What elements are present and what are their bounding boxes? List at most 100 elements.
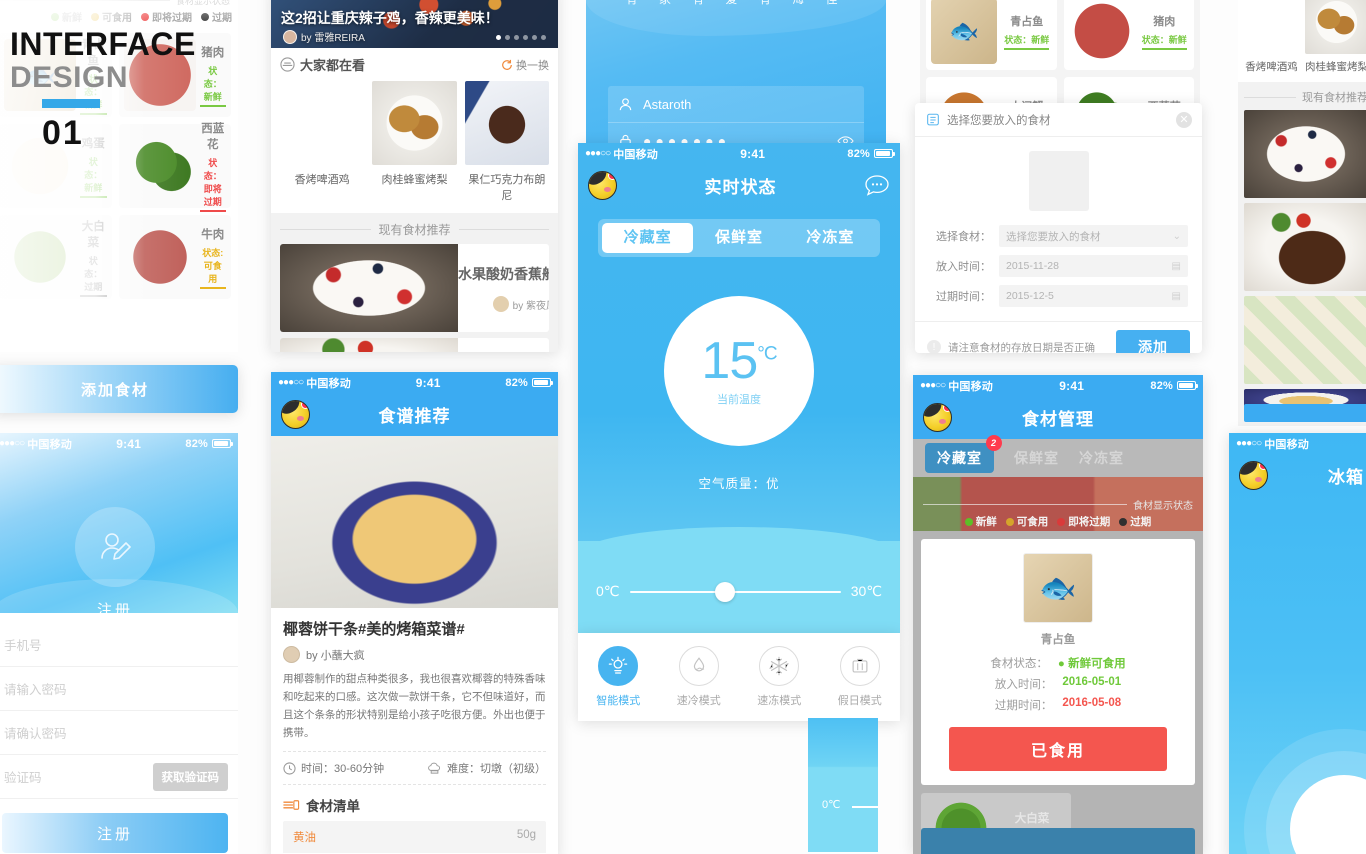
chat-bubble-icon[interactable] (864, 174, 890, 198)
mode-quickfreeze[interactable]: 速冻模式 (739, 646, 820, 708)
battery-icon (212, 439, 233, 448)
recipe-banner[interactable]: 这2招让重庆辣子鸡，香辣更美味！ by 雷雅REIRA (271, 0, 558, 48)
food-card[interactable]: 🐟 青占鱼 状态：新鲜 (926, 0, 1057, 70)
beef-thumbnail (123, 221, 196, 293)
avatar[interactable] (588, 171, 617, 200)
recipe-card[interactable]: 果仁巧克力布朗尼 (464, 81, 549, 203)
tab-fridge[interactable]: 冷藏室 2 (925, 435, 1002, 473)
slider-track[interactable] (629, 581, 841, 602)
mode-holiday[interactable]: 假日模式 (820, 646, 901, 708)
recipe-photo (372, 81, 457, 165)
hero-wave (0, 579, 238, 613)
food-name: 青占鱼 (1040, 634, 1076, 646)
strip-image[interactable] (1244, 296, 1366, 384)
legend-item: 新鲜 (51, 9, 82, 24)
phone-field[interactable]: 手机号 (0, 623, 238, 667)
ingredient-select[interactable]: 选择您要放入的食材 ⌄ (999, 225, 1188, 247)
battery-icon (874, 149, 895, 158)
page-title: 食材管理 (1022, 410, 1094, 429)
tab-fridge[interactable]: 冷藏室 (602, 223, 694, 253)
slider-knob[interactable] (714, 581, 735, 602)
strip-divider: 现有食材推荐 (1238, 82, 1366, 110)
food-state: 状态：新鲜 (80, 155, 107, 198)
password-placeholder: 请输入密码 (4, 683, 67, 697)
recipe-time-label: 时间：30-60分钟 (301, 763, 385, 776)
expiry-date-row[interactable]: 过期时间： 2015-12-5 ▤ (915, 285, 1202, 315)
author-avatar (283, 646, 300, 663)
mode-smart[interactable]: 智能模式 (578, 646, 659, 708)
food-state: 状态：过期 (80, 254, 107, 297)
expiry-date-input[interactable]: 2015-12-5 ▤ (999, 285, 1188, 307)
manage-navbar: 食材管理 (913, 396, 1203, 439)
confirm-password-field[interactable]: 请确认密码 (0, 711, 238, 755)
food-card[interactable]: 大白菜 状态：过期 (0, 215, 112, 299)
food-card[interactable]: 猪肉状态：新鲜 (1063, 0, 1194, 70)
recipe-photo (1305, 0, 1366, 54)
featured-recipe-card[interactable]: 水果酸奶香蕉船 by 紫夜风 (280, 244, 549, 332)
tab-freezer[interactable]: 冷冻室 (1079, 448, 1124, 468)
popular-title-group: 大家都在看 (280, 55, 365, 74)
strip-bottom-bar[interactable] (1244, 404, 1366, 422)
popular-cards: 香烤啤酒鸡 肉桂蜂蜜烤梨 果仁巧克力布朗尼 (280, 81, 549, 203)
row-label: 过期时间： (936, 291, 991, 303)
compartment-tabs: 冷藏室 保鲜室 冷冻室 (598, 219, 880, 257)
popular-header: 大家都在看 换一换 (280, 55, 549, 74)
manage-bottom-bar[interactable] (921, 828, 1195, 854)
stored-date-row[interactable]: 放入时间： 2015-11-28 ▤ (915, 255, 1202, 285)
mode-quickcool[interactable]: 速冷模式 (659, 646, 740, 708)
info-icon: ! (927, 340, 941, 353)
avatar[interactable] (923, 403, 952, 432)
list-icon (283, 800, 300, 811)
avatar[interactable] (281, 400, 310, 429)
recipe-card[interactable]: 香烤啤酒鸡 (1244, 0, 1299, 74)
chevron-down-icon: ⌄ (1172, 230, 1181, 242)
add-ingredient-button[interactable]: 添加食材 (0, 365, 238, 413)
temperature-slider[interactable]: 0℃ 30℃ (578, 581, 900, 602)
recipe-card[interactable]: 肉桂蜂蜜烤梨 (1305, 0, 1366, 74)
carrier-label: 中国移动 (948, 380, 994, 393)
tab-count-badge: 2 (986, 435, 1002, 451)
calendar-icon[interactable]: ▤ (1172, 291, 1181, 302)
refresh-button[interactable]: 换一换 (501, 57, 549, 73)
carrier-label: 中国移动 (27, 438, 73, 451)
ingredient-preview-image[interactable] (1028, 151, 1089, 211)
recipe-meta: 时间：30-60分钟 难度：切墩（初级） (283, 751, 546, 786)
recipe-name: 肉桂蜂蜜烤梨 (381, 174, 448, 186)
recipe-author[interactable]: by 小蘸大疯 (283, 646, 546, 663)
food-name: 西蓝花 (201, 123, 225, 151)
carousel-dots[interactable] (496, 35, 546, 40)
password-field[interactable]: 请输入密码 (0, 667, 238, 711)
phone-placeholder: 手机号 (4, 639, 42, 653)
username-value: Astaroth (643, 96, 692, 112)
food-state: 状态：新鲜 (1141, 33, 1187, 50)
recommend-divider: 现有食材推荐 (271, 213, 558, 244)
strip-image[interactable] (1244, 110, 1366, 198)
username-field[interactable]: Astaroth (608, 86, 864, 122)
select-ingredient-row[interactable]: 选择食材： 选择您要放入的食材 ⌄ (915, 225, 1202, 255)
register-avatar-icon[interactable] (75, 507, 155, 587)
tab-freezer[interactable]: 冷冻室 (785, 223, 876, 253)
dialog-add-button[interactable]: 添加 (1116, 330, 1190, 353)
featured-photo (280, 244, 458, 332)
stored-date-input[interactable]: 2015-11-28 ▤ (999, 255, 1188, 277)
tab-fresh[interactable]: 保鲜室 (693, 223, 784, 253)
tab-fresh[interactable]: 保鲜室 (1014, 448, 1059, 468)
avatar[interactable] (1239, 461, 1268, 490)
food-name: 猪肉 (1153, 15, 1176, 28)
close-icon[interactable]: ✕ (1176, 111, 1192, 128)
food-name: 大白菜 (1014, 813, 1050, 825)
mark-eaten-button[interactable]: 已食用 (949, 727, 1167, 771)
verify-code-field[interactable]: 验证码 获取验证码 (0, 755, 238, 799)
strip-image[interactable] (1244, 203, 1366, 291)
carrier-label: 中国移动 (613, 148, 659, 161)
battery-percent: 82% (185, 437, 208, 450)
get-code-button[interactable]: 获取验证码 (152, 763, 228, 791)
food-card[interactable]: 牛肉 状态:可食用 (118, 215, 231, 299)
calendar-icon[interactable]: ▤ (1172, 261, 1181, 272)
register-submit-button[interactable]: 注册 (2, 813, 228, 853)
recipe-card[interactable]: 香烤啤酒鸡 (280, 81, 364, 203)
featured-recipe-card-2[interactable]: 香烤黑椒猪扒 (280, 338, 549, 352)
date-value: 2015-12-5 (1006, 290, 1054, 302)
legend-dot (1005, 517, 1014, 526)
recipe-card[interactable]: 肉桂蜂蜜烤梨 (372, 81, 457, 203)
